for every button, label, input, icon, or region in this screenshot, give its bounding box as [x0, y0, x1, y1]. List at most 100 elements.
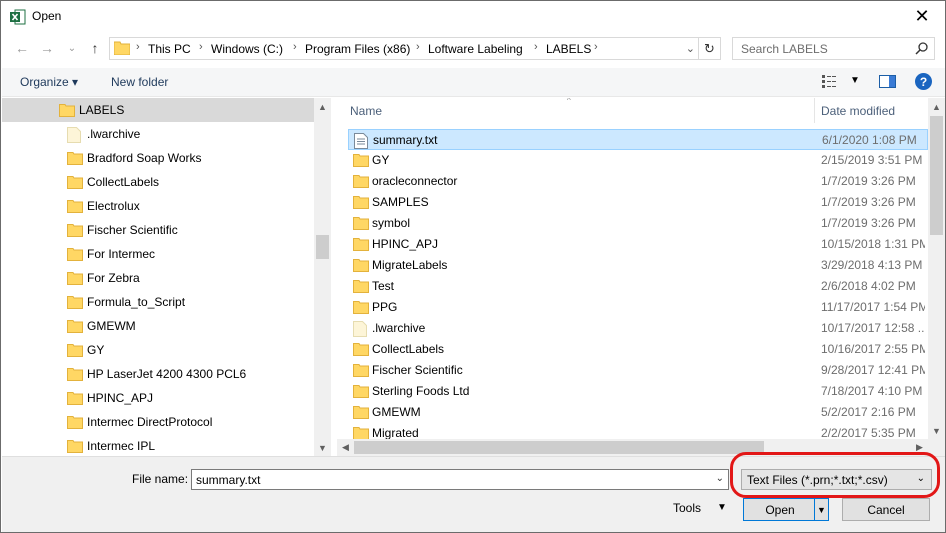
excel-icon [10, 9, 26, 25]
forward-button[interactable]: → [38, 39, 56, 57]
open-dialog: Open ✕ ← → ⌄ ↑ › This PC › Windows (C:) … [0, 0, 946, 533]
scroll-down-icon[interactable]: ▼ [928, 422, 945, 439]
file-row[interactable]: symbol 1/7/2019 3:26 PM [348, 213, 928, 234]
back-arrow-icon: ← [15, 40, 29, 56]
breadcrumb-this-pc[interactable]: This PC [148, 42, 191, 56]
nav-item[interactable]: GMEWM [2, 314, 314, 338]
address-dropdown-icon[interactable]: ⌄ [686, 42, 695, 55]
nav-item[interactable]: Intermec DirectProtocol [2, 410, 314, 434]
breadcrumb-loftware-labeling[interactable]: Loftware Labeling [428, 42, 523, 56]
folder-icon [353, 174, 369, 191]
file-date-modified: 6/1/2020 1:08 PM [822, 133, 917, 147]
file-list[interactable]: ^ Name Date modified summary.txt 6/1/2020… [337, 98, 945, 456]
back-button[interactable]: ← [13, 39, 31, 57]
nav-item[interactable]: LABELS [2, 98, 314, 122]
up-button[interactable]: ↑ [86, 39, 104, 57]
tools-dropdown-icon[interactable]: ▼ [717, 502, 727, 513]
nav-item[interactable]: Bradford Soap Works [2, 146, 314, 170]
file-row[interactable]: HPINC_APJ 10/15/2018 1:31 PM [348, 234, 928, 255]
nav-item[interactable]: Formula_to_Script [2, 290, 314, 314]
scroll-up-icon[interactable]: ▲ [314, 98, 331, 115]
nav-item-label: GY [87, 343, 105, 357]
file-name: Migrated [372, 426, 419, 440]
file-row[interactable]: Fischer Scientific 9/28/2017 12:41 PM [348, 360, 928, 381]
close-button[interactable]: ✕ [899, 1, 945, 32]
file-date-modified: 10/16/2017 2:55 PM [821, 342, 925, 356]
breadcrumb-labels[interactable]: LABELS [546, 42, 591, 56]
breadcrumb-separator: › [594, 41, 598, 53]
up-arrow-icon: ↑ [91, 40, 99, 56]
nav-item[interactable]: .lwarchive [2, 122, 314, 146]
file-name: .lwarchive [372, 321, 426, 335]
recent-locations-button[interactable]: ⌄ [63, 39, 81, 57]
preview-pane-icon[interactable] [879, 75, 896, 88]
nav-scrollbar[interactable]: ▲ ▼ [314, 98, 331, 456]
nav-item[interactable]: CollectLabels [2, 170, 314, 194]
file-scroll-thumb[interactable] [930, 116, 943, 235]
nav-item[interactable]: GY [2, 338, 314, 362]
scroll-up-icon[interactable]: ▲ [928, 98, 945, 115]
scroll-down-icon[interactable]: ▼ [314, 439, 331, 456]
file-name: GY [372, 153, 390, 167]
file-row[interactable]: Sterling Foods Ltd 7/18/2017 4:10 PM [348, 381, 928, 402]
open-button[interactable]: Open ▼ [743, 498, 829, 521]
file-row[interactable]: .lwarchive 10/17/2017 12:58 ... [348, 318, 928, 339]
file-row[interactable]: PPG 11/17/2017 1:54 PM [348, 297, 928, 318]
file-row[interactable]: Test 2/6/2018 4:02 PM [348, 276, 928, 297]
file-row[interactable]: GY 2/15/2019 3:51 PM [348, 150, 928, 171]
folder-icon [353, 300, 369, 317]
help-icon[interactable]: ? [915, 73, 932, 90]
nav-item-label: Intermec DirectProtocol [87, 415, 213, 429]
cancel-button[interactable]: Cancel [842, 498, 930, 521]
folder-icon [114, 41, 130, 55]
file-row[interactable]: GMEWM 5/2/2017 2:16 PM [348, 402, 928, 423]
organize-button[interactable]: Organize ▾ [20, 75, 78, 89]
file-date-modified: 5/2/2017 2:16 PM [821, 405, 916, 419]
new-folder-button[interactable]: New folder [111, 75, 168, 89]
nav-item[interactable]: For Intermec [2, 242, 314, 266]
file-hscroll-thumb[interactable] [354, 441, 764, 454]
view-options-icon[interactable] [822, 74, 840, 88]
open-dropdown-icon[interactable]: ▼ [814, 499, 828, 520]
file-date-modified: 11/17/2017 1:54 PM [821, 300, 925, 314]
file-row[interactable]: SAMPLES 1/7/2019 3:26 PM [348, 192, 928, 213]
address-bar[interactable]: › This PC › Windows (C:) › Program Files… [109, 37, 721, 60]
file-name: Fischer Scientific [372, 363, 463, 377]
sort-chevron-icon: ^ [567, 98, 571, 105]
nav-item[interactable]: HPINC_APJ [2, 386, 314, 410]
file-name: Test [372, 279, 395, 293]
chevron-down-icon[interactable]: ⌄ [716, 473, 724, 484]
refresh-button[interactable]: ↻ [698, 38, 720, 59]
nav-item[interactable]: Electrolux [2, 194, 314, 218]
folder-icon [353, 363, 369, 380]
column-header-name[interactable]: ^ Name [337, 98, 815, 123]
breadcrumb-windows-c[interactable]: Windows (C:) [211, 42, 283, 56]
tools-button[interactable]: Tools [673, 501, 701, 515]
nav-item[interactable]: Intermec IPL [2, 434, 314, 456]
chevron-down-icon: ⌄ [67, 42, 77, 54]
file-row[interactable]: oracleconnector 1/7/2019 3:26 PM [348, 171, 928, 192]
scroll-left-icon[interactable]: ◀ [337, 439, 354, 456]
column-header-date[interactable]: Date modified [816, 98, 928, 123]
search-input[interactable]: Search LABELS [732, 37, 935, 60]
folder-icon [59, 103, 75, 120]
file-name-field[interactable]: summary.txt ⌄ [191, 469, 729, 490]
folder-icon [353, 342, 369, 359]
nav-item[interactable]: For Zebra [2, 266, 314, 290]
navigation-pane[interactable]: LABELS .lwarchive Bradford Soap Works Colle… [2, 98, 331, 456]
close-icon: ✕ [914, 6, 930, 26]
nav-item-label: LABELS [79, 103, 125, 117]
file-row[interactable]: MigrateLabels 3/29/2018 4:13 PM [348, 255, 928, 276]
nav-item[interactable]: HP LaserJet 4200 4300 PCL6 [2, 362, 314, 386]
file-row[interactable]: summary.txt 6/1/2020 1:08 PM [348, 129, 928, 150]
file-row[interactable]: CollectLabels 10/16/2017 2:55 PM [348, 339, 928, 360]
nav-scroll-thumb[interactable] [316, 235, 329, 259]
file-name: PPG [372, 300, 398, 314]
view-dropdown-icon[interactable]: ▼ [850, 75, 860, 86]
breadcrumb-program-files[interactable]: Program Files (x86) [305, 42, 410, 56]
file-date-modified: 1/7/2019 3:26 PM [821, 174, 916, 188]
folder-icon [353, 153, 369, 170]
file-scrollbar[interactable]: ▲ ▼ [928, 98, 945, 439]
nav-item[interactable]: Fischer Scientific [2, 218, 314, 242]
breadcrumb-separator: › [136, 41, 140, 53]
